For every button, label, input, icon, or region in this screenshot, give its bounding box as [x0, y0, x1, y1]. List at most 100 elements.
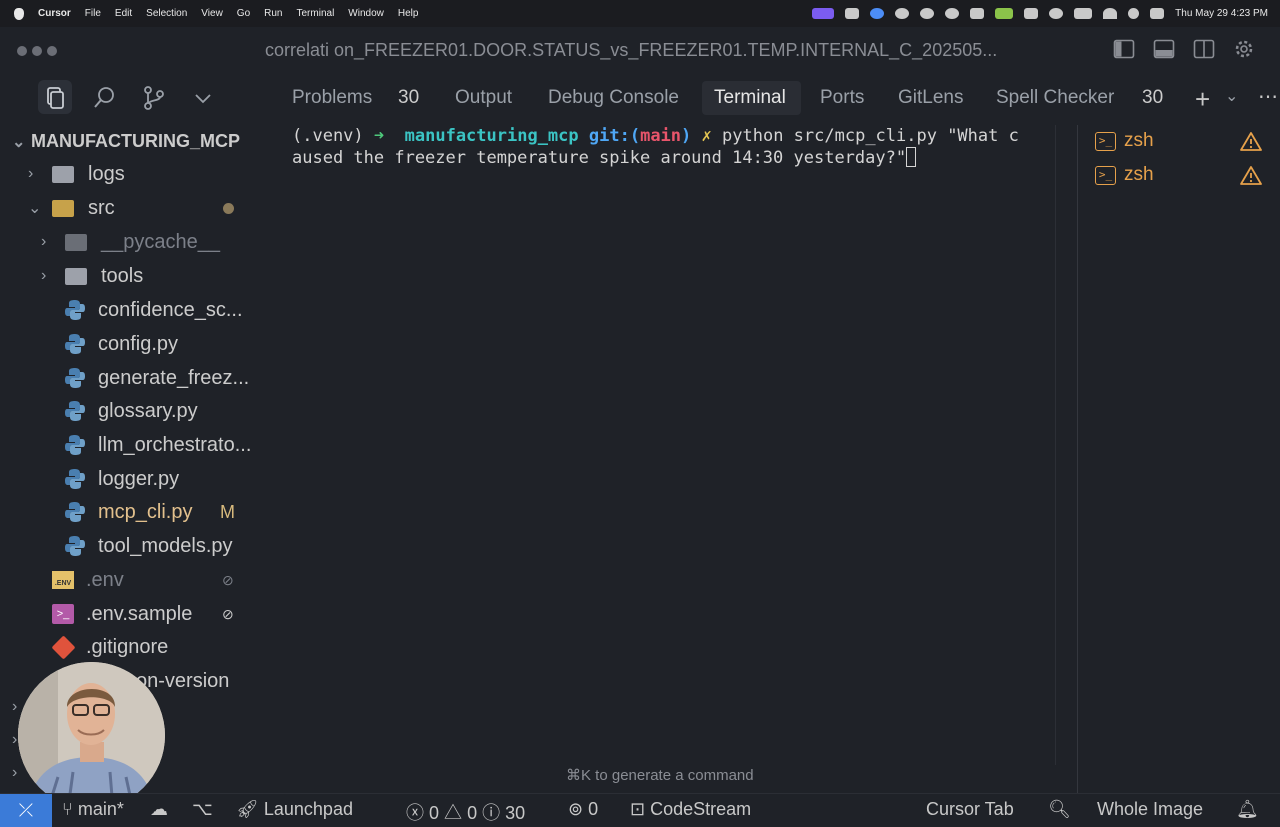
- tray-app-icon[interactable]: [845, 8, 860, 19]
- battery-icon[interactable]: [1074, 8, 1093, 19]
- zoom-icon[interactable]: [870, 8, 885, 19]
- tree-file[interactable]: .gitignore: [51, 632, 168, 662]
- chevron-right-icon: ›: [28, 165, 34, 182]
- cursor-tab-status[interactable]: Cursor Tab: [926, 799, 1014, 820]
- chevron-right-icon[interactable]: ›: [12, 698, 17, 716]
- toggle-secondary-sidebar-icon[interactable]: [1193, 38, 1215, 60]
- tree-file[interactable]: generate_freez...: [64, 363, 249, 393]
- menu-help[interactable]: Help: [398, 8, 419, 19]
- clock[interactable]: Thu May 29 4:23 PM: [1175, 8, 1268, 19]
- project-header[interactable]: ⌄ MANUFACTURING_MCP: [12, 131, 240, 152]
- tray-app-icon[interactable]: [945, 8, 960, 19]
- generate-command-hint[interactable]: ⌘K to generate a command: [566, 766, 754, 784]
- more-actions-icon[interactable]: ⋯: [1258, 84, 1278, 109]
- minimize-window-button[interactable]: [32, 46, 42, 56]
- window-title: correlati on_FREEZER01.DOOR.STATUS_vs_FR…: [265, 40, 998, 60]
- menu-terminal[interactable]: Terminal: [297, 8, 335, 19]
- menu-file[interactable]: File: [85, 8, 101, 19]
- tree-file[interactable]: logger.py: [64, 464, 179, 494]
- mac-menubar: Cursor File Edit Selection View Go Run T…: [0, 0, 1280, 27]
- codestream-status[interactable]: ⊡ CodeStream: [630, 799, 751, 820]
- problems-status[interactable]: ⓧ 0 △ 0 ⓘ 30: [406, 799, 525, 825]
- warning-icon: △: [444, 803, 463, 823]
- menubar-tray: Thu May 29 4:23 PM: [812, 0, 1268, 27]
- tab-output[interactable]: Output: [455, 87, 512, 109]
- tree-file[interactable]: llm_orchestrato...: [64, 430, 251, 460]
- terminal-session-item[interactable]: >_ zsh: [1095, 164, 1154, 186]
- menu-view[interactable]: View: [201, 8, 223, 19]
- toggle-panel-icon[interactable]: [1153, 38, 1175, 60]
- tab-ports[interactable]: Ports: [820, 87, 864, 109]
- warning-icon: [1240, 166, 1262, 185]
- tree-folder-pycache[interactable]: › __pycache__: [41, 227, 220, 257]
- tab-gitlens[interactable]: GitLens: [898, 87, 963, 109]
- screen-record-icon[interactable]: [812, 8, 835, 19]
- play-icon[interactable]: [1049, 8, 1064, 19]
- terminal-output[interactable]: (.venv) ➜ manufacturing_mcp git:(main) ✗…: [292, 125, 1019, 169]
- terminal-git-prefix: git:(: [588, 126, 641, 146]
- files-icon[interactable]: [42, 85, 68, 111]
- tree-file[interactable]: .ENV .env: [52, 565, 124, 595]
- cloud-icon[interactable]: [970, 8, 985, 19]
- tree-file[interactable]: >_ .env.sample: [52, 599, 192, 629]
- gear-icon[interactable]: [1233, 38, 1255, 60]
- chevron-down-icon[interactable]: [190, 85, 216, 111]
- tree-folder-tools[interactable]: › tools: [41, 261, 143, 291]
- menu-selection[interactable]: Selection: [146, 8, 187, 19]
- tree-folder-logs[interactable]: › logs: [28, 159, 125, 189]
- tab-terminal[interactable]: Terminal: [714, 87, 786, 109]
- tray-app-icon[interactable]: [895, 8, 910, 19]
- search-icon[interactable]: [92, 85, 118, 111]
- menu-edit[interactable]: Edit: [115, 8, 132, 19]
- tree-file[interactable]: glossary.py: [64, 396, 198, 426]
- glasses-icon[interactable]: [1024, 8, 1039, 19]
- ports-status[interactable]: ⊚ 0: [568, 799, 598, 820]
- source-control-icon[interactable]: [141, 85, 167, 111]
- control-center-icon[interactable]: [1150, 8, 1165, 19]
- menu-go[interactable]: Go: [237, 8, 250, 19]
- tab-debug-console[interactable]: Debug Console: [548, 87, 679, 109]
- whole-image-status[interactable]: Whole Image: [1097, 799, 1203, 820]
- git-graph-icon[interactable]: ⌥: [192, 799, 213, 820]
- tree-file-active[interactable]: mcp_cli.py: [64, 497, 192, 527]
- apple-icon[interactable]: [14, 7, 24, 20]
- new-terminal-icon[interactable]: +: [1195, 84, 1210, 115]
- sync-icon[interactable]: ☁: [150, 799, 168, 820]
- tree-label: .env.sample: [86, 602, 193, 625]
- terminal-session-item[interactable]: >_ zsh: [1095, 130, 1154, 152]
- wifi-icon[interactable]: [1103, 8, 1118, 19]
- zoom-icon[interactable]: 🔍︎: [1048, 799, 1071, 820]
- branch-status[interactable]: ⑂ main*: [62, 799, 124, 820]
- remote-indicator-icon[interactable]: ⤫: [0, 794, 52, 827]
- python-icon: [65, 334, 85, 354]
- tree-folder-src[interactable]: ⌄ src: [28, 193, 115, 223]
- tab-problems[interactable]: Problems: [292, 87, 372, 109]
- menu-window[interactable]: Window: [348, 8, 384, 19]
- chevron-down-icon: ⌄: [28, 200, 42, 217]
- app-menu-cursor[interactable]: Cursor: [38, 8, 71, 19]
- tree-label: logger.py: [98, 467, 180, 490]
- python-icon: [65, 502, 85, 522]
- tree-label: logs: [88, 162, 125, 185]
- tree-file[interactable]: confidence_sc...: [64, 295, 243, 325]
- toggle-sidebar-icon[interactable]: [1113, 38, 1135, 60]
- launchpad-status[interactable]: 🚀︎ Launchpad: [236, 799, 353, 820]
- chevron-right-icon[interactable]: ›: [12, 764, 17, 782]
- terminal-venv: (.venv): [292, 126, 364, 146]
- close-window-button[interactable]: [17, 46, 27, 56]
- terminal-branch: main: [640, 126, 682, 146]
- bell-icon[interactable]: 🔔︎: [1236, 799, 1259, 820]
- tree-file[interactable]: config.py: [64, 329, 178, 359]
- maximize-window-button[interactable]: [47, 46, 57, 56]
- tab-spell-checker[interactable]: Spell Checker: [996, 87, 1114, 109]
- tree-file[interactable]: tool_models.py: [64, 531, 233, 561]
- tree-label: tool_models.py: [98, 534, 233, 557]
- terminal-scrollbar[interactable]: [1055, 125, 1056, 765]
- chevron-down-icon[interactable]: ⌄: [1225, 86, 1238, 106]
- problems-count-badge: 30: [398, 87, 420, 108]
- battery-status-icon[interactable]: [995, 8, 1014, 19]
- search-icon[interactable]: [1128, 8, 1140, 19]
- menu-run[interactable]: Run: [264, 8, 282, 19]
- chevron-right-icon[interactable]: ›: [12, 731, 17, 749]
- openai-icon[interactable]: [920, 8, 935, 19]
